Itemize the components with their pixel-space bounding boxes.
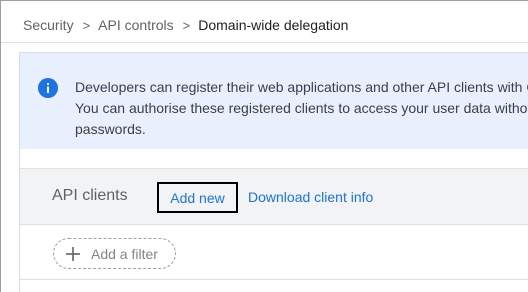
info-icon (38, 78, 58, 98)
banner-line: passwords. (75, 121, 146, 137)
api-clients-title: API clients (52, 187, 128, 204)
banner-line: You can authorise these registered clien… (75, 100, 528, 116)
page-title: Domain-wide delegation (198, 17, 349, 33)
delegation-panel: Developers can register their web applic… (19, 52, 528, 292)
add-new-button[interactable]: Add new (157, 182, 238, 213)
breadcrumb-separator: > (82, 17, 91, 33)
page-frame: Security > API controls > Domain-wide de… (0, 0, 528, 292)
banner-text: Developers can register their web applic… (75, 77, 528, 140)
breadcrumb-item-security[interactable]: Security (23, 17, 74, 33)
breadcrumb-separator: > (182, 17, 191, 33)
info-banner: Developers can register their web applic… (20, 53, 528, 149)
table-divider (20, 279, 528, 280)
filter-row: Add a filter (20, 224, 528, 278)
breadcrumb: Security > API controls > Domain-wide de… (23, 15, 348, 35)
api-clients-toolbar: API clients Add new Download client info (20, 168, 528, 224)
plus-icon (66, 246, 80, 261)
add-filter-label: Add a filter (91, 245, 158, 262)
download-client-info-link[interactable]: Download client info (248, 189, 373, 205)
add-filter-button[interactable]: Add a filter (53, 238, 176, 269)
breadcrumb-item-api-controls[interactable]: API controls (98, 17, 173, 33)
header-divider (1, 42, 528, 43)
banner-line: Developers can register their web applic… (75, 79, 528, 95)
